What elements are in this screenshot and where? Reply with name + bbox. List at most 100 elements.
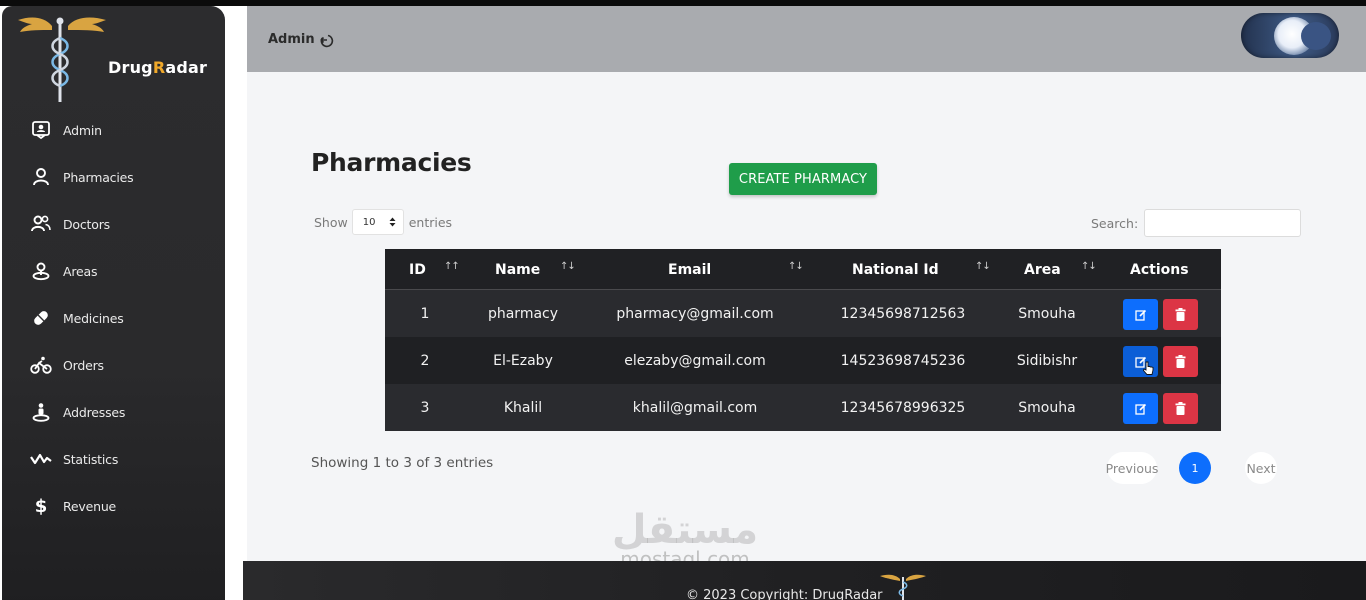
cell-national-id: 14523698745236 <box>840 352 966 369</box>
search-input[interactable] <box>1144 209 1302 237</box>
sidebar-item-addresses[interactable]: Addresses <box>2 392 225 432</box>
page-size-value: 10 <box>362 216 376 228</box>
cell-national-id: 12345678996325 <box>840 399 966 416</box>
footer: © 2023 Copyright: DrugRadar <box>243 561 1366 600</box>
map-pin-icon <box>30 260 52 282</box>
page-size-control: Show 10 entries <box>314 209 452 235</box>
cell-id: 1 <box>420 305 430 322</box>
admin-badge-icon <box>30 119 52 141</box>
logout-icon[interactable] <box>319 32 335 48</box>
page-size-select[interactable]: 10 <box>351 209 404 235</box>
cell-name: El-Ezaby <box>493 352 553 369</box>
cell-area: Smouha <box>1018 399 1076 416</box>
sidebar-item-label: Addresses <box>63 404 126 420</box>
trash-icon <box>1175 402 1186 415</box>
sort-icon[interactable]: ↑↑ <box>444 261 460 272</box>
sidebar-item-label: Revenue <box>63 498 117 514</box>
sort-icon[interactable]: ↑↓ <box>560 261 576 272</box>
cell-name: pharmacy <box>487 305 559 322</box>
sidebar-item-admin[interactable]: Admin <box>2 110 225 150</box>
table-row: 1 pharmacy pharmacy@gmail.com 1234569871… <box>385 290 1221 337</box>
top-header: Admin <box>247 6 1366 72</box>
wave-chart-icon <box>30 448 52 470</box>
location-person-icon <box>30 401 52 423</box>
sort-icon[interactable]: ↑↓ <box>975 261 991 272</box>
cell-national-id: 12345698712563 <box>840 305 966 322</box>
column-header-actions: Actions <box>1130 261 1189 278</box>
sidebar-item-label: Pharmacies <box>63 169 134 185</box>
column-header-area[interactable]: Area <box>1024 249 1061 290</box>
edit-button[interactable] <box>1123 299 1158 330</box>
sort-icon[interactable]: ↑↓ <box>1081 261 1097 272</box>
edit-button[interactable] <box>1123 346 1158 377</box>
edit-icon <box>1134 403 1146 415</box>
sidebar-item-label: Statistics <box>63 451 119 467</box>
bicycle-icon <box>30 354 52 376</box>
sidebar-item-label: Orders <box>63 357 104 373</box>
caduceus-logo-icon <box>880 574 926 600</box>
sidebar-item-label: Doctors <box>63 216 110 232</box>
pharmacies-table: ID ↑↑ Name ↑↓ Email ↑↓ National Id ↑↓ Ar… <box>385 249 1221 431</box>
column-header-id[interactable]: ID <box>409 249 426 290</box>
pagination: Previous 1 Next <box>1106 452 1357 486</box>
caduceus-logo-icon <box>18 17 106 102</box>
column-header-national-id[interactable]: National Id <box>852 249 939 290</box>
select-arrows-icon <box>389 217 396 227</box>
column-header-name[interactable]: Name <box>495 249 540 290</box>
sidebar-item-areas[interactable]: Areas <box>2 251 225 291</box>
cell-id: 3 <box>420 399 430 416</box>
sidebar: DrugRadar Admin Pharmacies Doctors Areas… <box>2 6 225 600</box>
pill-icon <box>30 307 52 329</box>
entries-label: entries <box>408 214 453 230</box>
sidebar-item-label: Medicines <box>63 310 124 326</box>
cell-area: Sidibishr <box>1016 352 1078 369</box>
sidebar-item-doctors[interactable]: Doctors <box>2 204 225 244</box>
current-user-label: Admin <box>268 32 315 47</box>
page-title: Pharmacies <box>311 148 472 177</box>
sidebar-item-revenue[interactable]: $ Revenue <box>2 486 225 526</box>
sidebar-item-pharmacies[interactable]: Pharmacies <box>2 157 225 197</box>
users-icon <box>30 213 52 235</box>
table-row: 2 El-Ezaby elezaby@gmail.com 14523698745… <box>385 337 1221 384</box>
sidebar-item-label: Admin <box>63 122 102 138</box>
cell-email: pharmacy@gmail.com <box>616 305 774 322</box>
app-window: DrugRadar Admin Pharmacies Doctors Areas… <box>0 0 1366 600</box>
table-info: Showing 1 to 3 of 3 entries <box>311 455 494 471</box>
delete-button[interactable] <box>1163 393 1198 424</box>
cell-area: Smouha <box>1018 305 1076 322</box>
page-number-button[interactable]: 1 <box>1179 452 1211 484</box>
edit-button[interactable] <box>1123 393 1158 424</box>
sort-icon[interactable]: ↑↓ <box>788 261 804 272</box>
sidebar-item-orders[interactable]: Orders <box>2 345 225 385</box>
sidebar-item-label: Areas <box>63 263 98 279</box>
dark-mode-toggle[interactable] <box>1241 13 1339 58</box>
moon-icon <box>1301 22 1331 50</box>
sidebar-item-statistics[interactable]: Statistics <box>2 439 225 479</box>
copyright-text: © 2023 Copyright: DrugRadar <box>686 588 883 600</box>
brand-name: DrugRadar <box>108 58 208 77</box>
previous-page-button[interactable]: Previous <box>1106 452 1158 484</box>
main-content: Pharmacies CREATE PHARMACY Show 10 entri… <box>247 72 1366 561</box>
user-icon <box>30 166 52 188</box>
show-label: Show <box>314 214 348 230</box>
cell-email: elezaby@gmail.com <box>624 352 766 369</box>
edit-icon <box>1134 309 1146 321</box>
trash-icon <box>1175 308 1186 321</box>
dollar-icon: $ <box>30 495 52 517</box>
table-row: 3 Khalil khalil@gmail.com 12345678996325… <box>385 384 1221 431</box>
column-header-email[interactable]: Email <box>668 249 711 290</box>
sidebar-item-medicines[interactable]: Medicines <box>2 298 225 338</box>
brand-logo[interactable]: DrugRadar <box>14 12 214 107</box>
next-page-button[interactable]: Next <box>1245 452 1277 484</box>
cell-email: khalil@gmail.com <box>632 399 758 416</box>
cell-name: Khalil <box>503 399 543 416</box>
table-header: ID ↑↑ Name ↑↓ Email ↑↓ National Id ↑↓ Ar… <box>385 249 1221 290</box>
create-pharmacy-button[interactable]: CREATE PHARMACY <box>729 163 877 195</box>
delete-button[interactable] <box>1163 346 1198 377</box>
delete-button[interactable] <box>1163 299 1198 330</box>
search-label: Search: <box>1091 215 1139 231</box>
pointer-cursor-icon <box>1143 361 1154 375</box>
svg-text:$: $ <box>35 496 48 517</box>
table-search: Search: <box>1091 209 1302 237</box>
trash-icon <box>1175 355 1186 368</box>
